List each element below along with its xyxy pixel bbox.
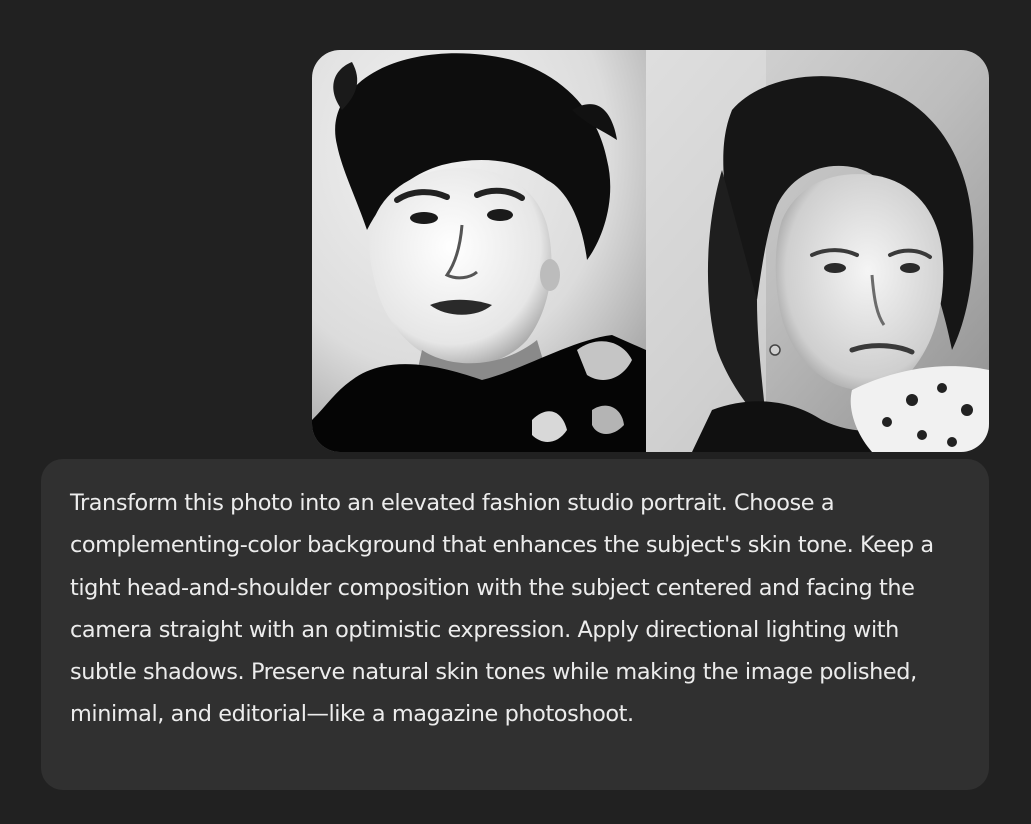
left-portrait-photo <box>312 50 646 452</box>
user-message-bubble: Transform this photo into an elevated fa… <box>41 459 989 790</box>
uploaded-image-attachment[interactable] <box>312 50 989 452</box>
chat-area: Transform this photo into an elevated fa… <box>0 0 1031 824</box>
user-message-text: Transform this photo into an elevated fa… <box>70 490 934 728</box>
photo-collage-image <box>312 50 989 452</box>
right-portrait-photo <box>646 50 989 452</box>
